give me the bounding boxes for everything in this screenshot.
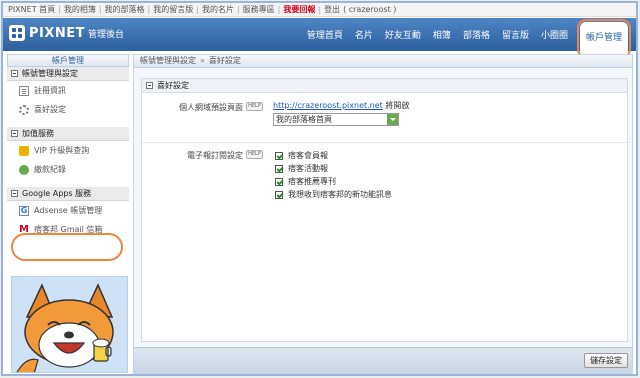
- homepage-setting-label: 個人網域預設頁面: [179, 103, 243, 112]
- sidebar-item-payments[interactable]: 繳款紀錄: [7, 160, 129, 179]
- nav-albums[interactable]: 相簿: [433, 28, 451, 41]
- sidebar-item-label: 繳款紀錄: [34, 165, 66, 174]
- sidebar-item-label: VIP 升級與查詢: [34, 146, 90, 155]
- top-link-bar: PIXNET 首頁 | 我的相簿 | 我的部落格 | 我的留言版 | 我的名片 | 服務專…: [3, 3, 636, 17]
- pixnet-logo-icon: [9, 25, 25, 41]
- save-settings-button[interactable]: 儲存設定: [584, 353, 628, 368]
- nav-blog[interactable]: 部落格: [463, 28, 490, 41]
- newsletter-checkbox-list: 痞客會員報 痞客活動報 痞客推薦專刊 我想收到痞客邦的新功能訊息: [275, 149, 392, 201]
- checkbox-checked-icon[interactable]: [275, 177, 283, 186]
- homepage-url-link[interactable]: http://crazeroost.pixnet.net: [273, 101, 383, 110]
- sidebar-item-preferences[interactable]: 喜好設定: [7, 100, 129, 119]
- checkbox-checked-icon[interactable]: [275, 151, 283, 160]
- newsletter-setting-row: 電子報訂閱設定 HELP 痞客會員報 痞客活動報 痞客推薦專刊 我想收到痞客邦的…: [142, 149, 627, 205]
- breadcrumb: 帳號管理與設定 » 喜好設定: [134, 55, 632, 68]
- fox-mascot-illustration: [16, 283, 114, 372]
- newsletter-setting-label: 電子報訂閱設定: [187, 151, 243, 160]
- nav-namecard[interactable]: 名片: [355, 28, 373, 41]
- collapse-icon[interactable]: [11, 70, 18, 77]
- homepage-url-suffix: 將開啟: [385, 101, 410, 110]
- username-label: ( crazeroost ): [343, 5, 397, 14]
- checkbox-label: 痞客活動報: [288, 164, 328, 173]
- nav-groups[interactable]: 小圈圈: [541, 28, 568, 41]
- nav-account[interactable]: 帳戶管理: [576, 19, 632, 58]
- document-icon: [19, 85, 29, 96]
- sidebar-item-registration[interactable]: 註冊資訊: [7, 81, 129, 100]
- app-window: PIXNET 首頁 | 我的相簿 | 我的部落格 | 我的留言版 | 我的名片 | 服務專…: [1, 1, 638, 376]
- preferences-panel: 喜好設定 個人網域預設頁面 HELP http://crazeroost.pix…: [141, 78, 628, 342]
- checkbox-new-features[interactable]: 我想收到痞客邦的新功能訊息: [275, 188, 392, 201]
- pixnet-logo[interactable]: PIXNET 管理後台: [9, 25, 124, 41]
- google-icon: G: [19, 205, 29, 216]
- main-content: 帳號管理與設定» 喜好設定 喜好設定 個人網域預設頁面 HELP http://c…: [133, 54, 633, 374]
- sidebar-section-label: 加值服務: [22, 128, 54, 138]
- newsletter-help-button[interactable]: HELP: [246, 150, 263, 159]
- sidebar-section-value-added[interactable]: 加值服務: [7, 127, 129, 141]
- checkbox-label: 痞客會員報: [288, 151, 328, 160]
- collapse-icon[interactable]: [11, 130, 18, 137]
- breadcrumb-separator-icon: »: [200, 56, 205, 65]
- sidebar-title: 帳戶管理: [7, 54, 129, 67]
- vip-icon: [19, 145, 29, 156]
- logo-text: PIXNET: [29, 25, 86, 41]
- breadcrumb-current: 喜好設定: [208, 56, 241, 65]
- form-footer: 儲存設定: [134, 347, 632, 373]
- homepage-select-value: 我的部落格首頁: [276, 115, 332, 124]
- homepage-url-line: http://crazeroost.pixnet.net 將開啟: [273, 100, 409, 111]
- panel-title: 喜好設定: [157, 80, 189, 90]
- chevron-down-icon[interactable]: [387, 114, 398, 125]
- sidebar-section-label: 帳號管理與設定: [22, 68, 78, 78]
- gear-icon: [19, 104, 29, 115]
- mascot-image: [11, 276, 128, 373]
- coin-icon: [19, 164, 29, 175]
- homepage-setting-row: 個人網域預設頁面 HELP http://crazeroost.pixnet.n…: [142, 100, 627, 140]
- top-link-pixnet-home[interactable]: PIXNET 首頁: [8, 4, 55, 15]
- top-link-services[interactable]: 服務專區: [243, 4, 275, 15]
- nav-admin-home[interactable]: 管理首頁: [307, 28, 343, 41]
- sidebar-item-vip[interactable]: VIP 升級與查詢: [7, 141, 129, 160]
- sidebar-item-label: 喜好設定: [34, 105, 66, 114]
- sidebar-item-adsense[interactable]: G Adsense 帳號管理: [7, 201, 129, 220]
- sidebar-section-account[interactable]: 帳號管理與設定: [7, 67, 129, 81]
- top-link-logout[interactable]: 登出: [324, 4, 340, 15]
- main-header: PIXNET 管理後台 管理首頁 名片 好友互動 相簿 部落格 留言版 小圈圈 …: [3, 18, 636, 58]
- checkbox-label: 我想收到痞客邦的新功能訊息: [288, 190, 392, 199]
- checkbox-event-news[interactable]: 痞客活動報: [275, 162, 392, 175]
- breadcrumb-parent[interactable]: 帳號管理與設定: [140, 56, 196, 65]
- gmail-highlight-ring: [11, 233, 123, 261]
- collapse-icon[interactable]: [11, 190, 18, 197]
- top-link-albums[interactable]: 我的相簿: [64, 4, 96, 15]
- panel-header[interactable]: 喜好設定: [142, 79, 627, 93]
- homepage-help-button[interactable]: HELP: [246, 102, 263, 111]
- checkbox-checked-icon[interactable]: [275, 190, 283, 199]
- homepage-select[interactable]: 我的部落格首頁: [273, 113, 399, 126]
- logo-subtitle: 管理後台: [88, 29, 125, 40]
- checkbox-label: 痞客推薦專刊: [288, 177, 336, 186]
- checkbox-member-news[interactable]: 痞客會員報: [275, 149, 392, 162]
- sidebar-section-google-apps[interactable]: Google Apps 服務: [7, 187, 129, 201]
- checkbox-checked-icon[interactable]: [275, 164, 283, 173]
- top-link-namecard[interactable]: 我的名片: [202, 4, 234, 15]
- main-nav: 管理首頁 名片 好友互動 相簿 部落格 留言版 小圈圈 帳戶管理: [295, 18, 632, 58]
- top-link-report[interactable]: 我要回報: [283, 4, 315, 15]
- top-link-guestbook[interactable]: 我的留言版: [153, 4, 193, 15]
- top-link-blog[interactable]: 我的部落格: [105, 4, 145, 15]
- row-divider: [142, 142, 627, 143]
- sidebar-section-label: Google Apps 服務: [22, 188, 92, 198]
- nav-friends[interactable]: 好友互動: [385, 28, 421, 41]
- nav-guestbook[interactable]: 留言版: [502, 28, 529, 41]
- sidebar-item-label: Adsense 帳號管理: [34, 206, 103, 215]
- sidebar-item-label: 註冊資訊: [34, 86, 66, 95]
- collapse-icon[interactable]: [146, 82, 153, 89]
- checkbox-recommended-issue[interactable]: 痞客推薦專刊: [275, 175, 392, 188]
